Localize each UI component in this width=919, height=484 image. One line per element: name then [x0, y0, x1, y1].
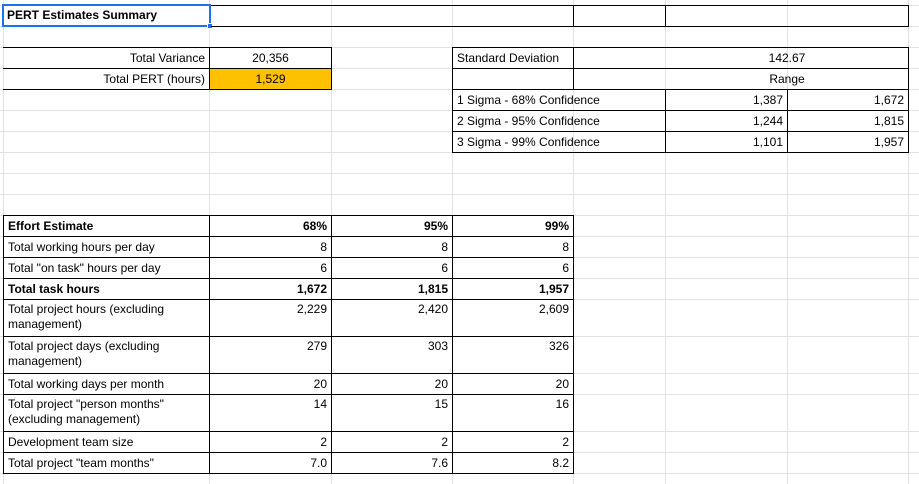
- effort-cell[interactable]: 20: [210, 374, 331, 394]
- effort-column-header[interactable]: 95%: [332, 216, 452, 236]
- title-border: [908, 5, 909, 27]
- total-variance-label[interactable]: Total Variance: [3, 48, 209, 68]
- stats-border: [573, 47, 574, 90]
- effort-cell[interactable]: 326: [453, 337, 573, 373]
- effort-cell[interactable]: 6: [332, 258, 452, 278]
- effort-row-label[interactable]: Total project hours (excluding managemen…: [4, 300, 209, 336]
- effort-cell[interactable]: 1,815: [332, 279, 452, 299]
- effort-row-label[interactable]: Total "on task" hours per day: [4, 258, 209, 278]
- effort-cell[interactable]: 8: [210, 237, 331, 257]
- effort-cell[interactable]: 2: [210, 432, 331, 452]
- effort-cell[interactable]: 2: [453, 432, 573, 452]
- effort-cell[interactable]: 6: [210, 258, 331, 278]
- effort-border-right: [573, 215, 574, 474]
- totals-border: [331, 47, 332, 90]
- totals-border-bottom: [3, 89, 332, 90]
- effort-cell[interactable]: 7.0: [210, 453, 331, 473]
- spreadsheet-grid[interactable]: PERT Estimates Summary Total Variance 20…: [0, 0, 919, 484]
- effort-cell[interactable]: 8.2: [453, 453, 573, 473]
- title-border: [665, 5, 666, 27]
- effort-row-label[interactable]: Total working days per month: [4, 374, 209, 394]
- title-border: [573, 5, 574, 27]
- confidence-low[interactable]: 1,244: [666, 111, 787, 131]
- effort-column-header[interactable]: 68%: [210, 216, 331, 236]
- confidence-low[interactable]: 1,387: [666, 90, 787, 110]
- confidence-high[interactable]: 1,672: [788, 90, 908, 110]
- confidence-label[interactable]: 2 Sigma - 95% Confidence: [453, 111, 665, 131]
- title-border-top: [211, 5, 908, 6]
- total-variance-value[interactable]: 20,356: [210, 48, 331, 68]
- effort-row-label[interactable]: Total working hours per day: [4, 237, 209, 257]
- gridline: [0, 173, 919, 174]
- confidence-label[interactable]: 3 Sigma - 99% Confidence: [453, 132, 665, 152]
- effort-cell[interactable]: 15: [332, 395, 452, 431]
- confidence-high[interactable]: 1,815: [788, 111, 908, 131]
- effort-row-label[interactable]: Development team size: [4, 432, 209, 452]
- effort-row-label[interactable]: Total project "person months" (excluding…: [4, 395, 209, 431]
- effort-cell[interactable]: 1,957: [453, 279, 573, 299]
- range-label[interactable]: Range: [666, 69, 908, 89]
- effort-cell[interactable]: 2,420: [332, 300, 452, 336]
- effort-cell[interactable]: 14: [210, 395, 331, 431]
- effort-cell[interactable]: 7.6: [332, 453, 452, 473]
- total-pert-value[interactable]: 1,529: [210, 69, 331, 89]
- effort-cell[interactable]: 8: [453, 237, 573, 257]
- effort-cell[interactable]: 2,609: [453, 300, 573, 336]
- effort-heading[interactable]: Effort Estimate: [4, 216, 209, 236]
- effort-row-label[interactable]: Total task hours: [4, 279, 209, 299]
- effort-cell[interactable]: 1,672: [210, 279, 331, 299]
- effort-cell[interactable]: 8: [332, 237, 452, 257]
- effort-row-label[interactable]: Total project days (excluding management…: [4, 337, 209, 373]
- effort-cell[interactable]: 2: [332, 432, 452, 452]
- effort-cell[interactable]: 16: [453, 395, 573, 431]
- effort-column-header[interactable]: 99%: [453, 216, 573, 236]
- effort-cell[interactable]: 20: [453, 374, 573, 394]
- effort-cell[interactable]: 6: [453, 258, 573, 278]
- confidence-label[interactable]: 1 Sigma - 68% Confidence: [453, 90, 665, 110]
- selected-cell-outline: [2, 4, 211, 27]
- gridline: [0, 194, 919, 195]
- effort-border-bottom: [3, 473, 574, 474]
- effort-cell[interactable]: 2,229: [210, 300, 331, 336]
- stats-border-right: [908, 47, 909, 153]
- title-border-bottom: [211, 26, 908, 27]
- effort-cell[interactable]: 303: [332, 337, 452, 373]
- confidence-high[interactable]: 1,957: [788, 132, 908, 152]
- effort-cell[interactable]: 279: [210, 337, 331, 373]
- confidence-low[interactable]: 1,101: [666, 132, 787, 152]
- stats-border-bottom: [452, 152, 909, 153]
- total-pert-label[interactable]: Total PERT (hours): [3, 69, 209, 89]
- effort-row-label[interactable]: Total project "team months": [4, 453, 209, 473]
- effort-cell[interactable]: 20: [332, 374, 452, 394]
- std-dev-label[interactable]: Standard Deviation: [453, 48, 573, 68]
- std-dev-value[interactable]: 142.67: [666, 48, 908, 68]
